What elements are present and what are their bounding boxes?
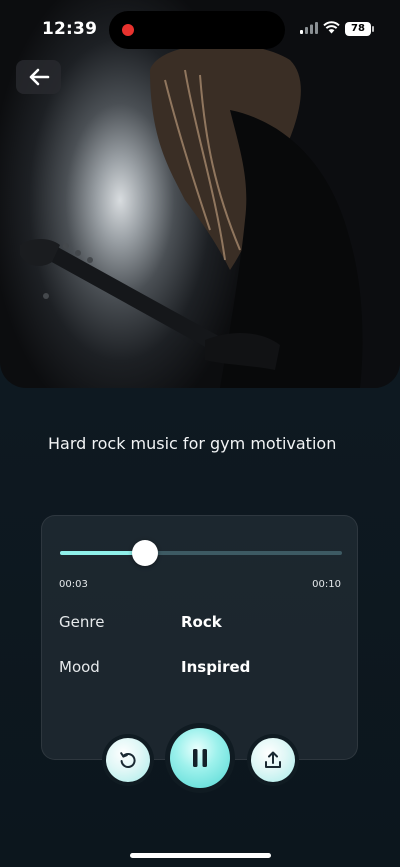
total-time: 00:10 [312,579,341,590]
mood-value: Inspired [181,658,251,676]
pause-icon [193,749,207,767]
dynamic-island [109,11,285,49]
replay-button[interactable] [106,738,150,782]
player-card: 00:03 00:10 Genre Rock Mood Inspired [41,515,358,760]
genre-value: Rock [181,613,222,631]
progress-thumb[interactable] [131,540,158,566]
current-time: 00:03 [59,579,88,590]
pause-button[interactable] [170,728,230,788]
battery-icon: 78 [345,22,371,36]
home-indicator[interactable] [130,853,271,858]
share-icon [265,751,281,768]
wifi-icon [323,21,340,34]
genre-label: Genre [59,613,105,631]
replay-icon [120,752,136,768]
mood-label: Mood [59,658,100,676]
status-bar: 12:39 78 [0,0,400,60]
share-button[interactable] [251,738,295,782]
arrow-left-icon [29,68,49,86]
status-time: 12:39 [42,19,98,39]
battery-tip [372,26,374,32]
song-title: Hard rock music for gym motivation [48,434,337,453]
cellular-signal-icon [300,22,318,34]
back-button[interactable] [16,60,61,94]
recording-dot-icon [122,24,134,36]
